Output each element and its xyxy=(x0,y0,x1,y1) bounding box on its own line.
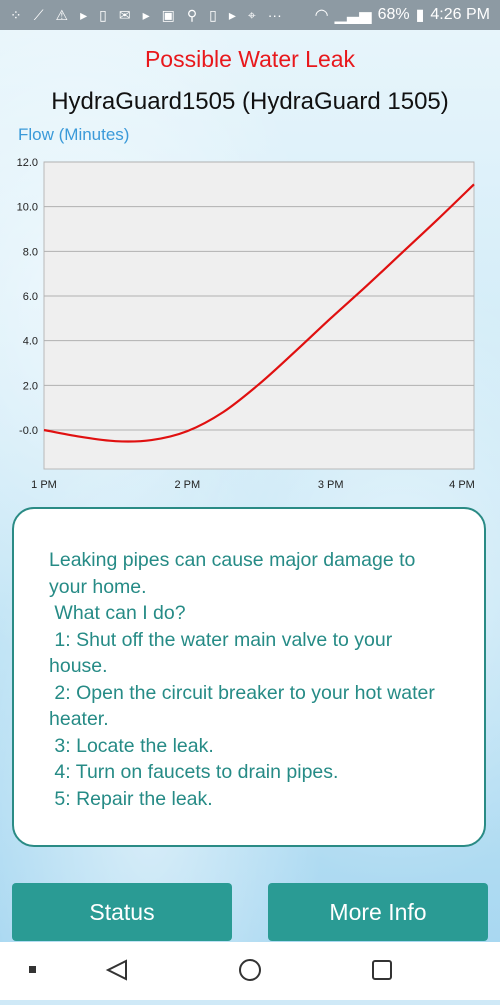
y-tick-label: 10.0 xyxy=(17,202,38,214)
info-line: 2: Open the circuit breaker to your hot … xyxy=(49,681,441,731)
play-icon: ▸ xyxy=(80,6,88,23)
info-text: Leaking pipes can cause major damage to … xyxy=(49,547,450,812)
x-axis-ticks: 1 PM 2 PM 3 PM 4 PM xyxy=(31,479,475,491)
leak-info-panel: Leaking pipes can cause major damage to … xyxy=(12,507,486,847)
app-content: Possible Water Leak HydraGuard1505 (Hydr… xyxy=(0,30,500,942)
play-icon: ▸ xyxy=(142,6,150,23)
signal-icon: ▁▃▅ xyxy=(334,7,372,24)
nav-buttons xyxy=(29,959,392,981)
home-icon[interactable] xyxy=(239,959,261,981)
sim-icon: ▯ xyxy=(99,6,107,23)
info-line: 5: Repair the leak. xyxy=(49,787,213,810)
y-tick-label: 4.0 xyxy=(23,336,38,348)
navigation-bar xyxy=(0,942,500,1000)
clock: 4:26 PM xyxy=(430,6,490,23)
plot-area xyxy=(43,161,475,470)
play-icon: ▸ xyxy=(228,6,236,23)
info-line: What can I do? xyxy=(49,602,186,624)
x-tick-label: 2 PM xyxy=(174,479,200,491)
y-axis-ticks: 12.0 10.0 8.0 6.0 4.0 2.0 -0.0 xyxy=(17,157,38,437)
more-icon: ··· xyxy=(267,7,282,23)
battery-percent: 68% xyxy=(377,6,410,23)
x-tick-label: 1 PM xyxy=(31,479,57,491)
y-tick-label: 6.0 xyxy=(23,291,38,303)
y-tick-label: 12.0 xyxy=(17,157,38,169)
chart-caption: Flow (Minutes) xyxy=(18,125,130,144)
alert-title: Possible Water Leak xyxy=(144,46,356,72)
wand-icon: ⟋ xyxy=(33,6,44,23)
info-line: Leaking pipes can cause major damage to … xyxy=(49,549,421,598)
overview-icon[interactable] xyxy=(372,960,392,980)
mail-icon: ✉ xyxy=(118,6,131,23)
network-icon: ⁘ xyxy=(10,6,22,23)
x-tick-label: 4 PM xyxy=(449,479,475,491)
flow-chart: 12.0 10.0 8.0 6.0 4.0 2.0 -0.0 1 PM 2 PM 3 PM 4 P… xyxy=(17,157,475,491)
recent-dot-icon xyxy=(29,966,36,973)
usb-icon: ⚲ xyxy=(186,6,198,23)
device-title: HydraGuard1505 (HydraGuard 1505) xyxy=(51,88,449,115)
location-icon: ⌖ xyxy=(247,6,256,23)
x-tick-label: 3 PM xyxy=(318,479,344,491)
more-info-button[interactable]: More Info xyxy=(268,883,488,941)
phone-icon: ▯ xyxy=(209,6,217,23)
wifi-icon: ◠ xyxy=(314,7,329,24)
warning-icon: ⚠ xyxy=(55,6,69,23)
y-tick-label: 2.0 xyxy=(23,380,38,392)
image-icon: ▣ xyxy=(161,6,175,23)
status-bar: ⁘ ⟋ ⚠ ▸ ▯ ✉ ▸ ▣ ⚲ ▯ ▸ ⌖ ··· ◠ ▁▃▅ 68% ▮ … xyxy=(0,0,500,30)
info-line: 1: Shut off the water main valve to your… xyxy=(49,628,398,678)
back-icon[interactable] xyxy=(105,959,127,981)
notification-icons: ⁘ ⟋ ⚠ ▸ ▯ ✉ ▸ ▣ ⚲ ▯ ▸ ⌖ ··· xyxy=(10,7,282,24)
y-tick-label: 8.0 xyxy=(23,246,38,258)
info-line: 4: Turn on faucets to drain pipes. xyxy=(49,761,339,783)
y-tick-label: -0.0 xyxy=(19,425,38,437)
status-button[interactable]: Status xyxy=(12,883,232,941)
info-line: 3: Locate the leak. xyxy=(49,734,214,757)
battery-icon: ▮ xyxy=(415,7,425,24)
